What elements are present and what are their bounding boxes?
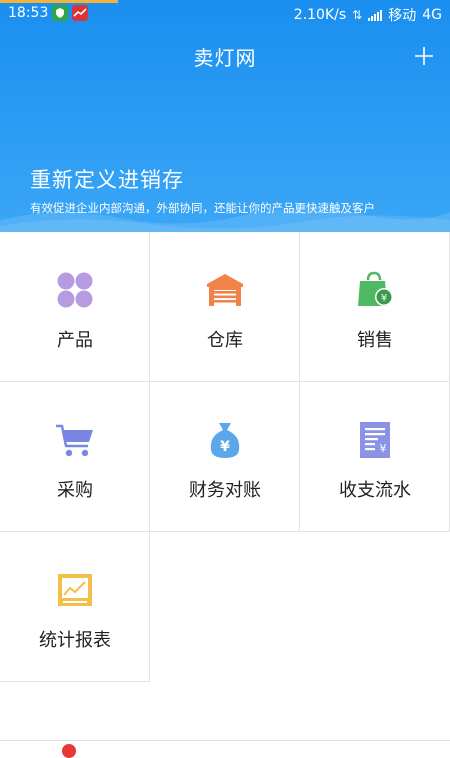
menu-item-cashflow[interactable]: ¥ 收支流水: [300, 382, 450, 532]
menu-item-sales[interactable]: ¥ 销售: [300, 232, 450, 382]
signal-icon: [368, 9, 383, 21]
four-circles-icon: [57, 272, 93, 308]
status-bar: 18:53 2.10K/s ⇅ 移动 4G: [0, 0, 450, 26]
network-speed: 2.10K/s: [293, 7, 347, 23]
menu-item-label: 销售: [357, 330, 393, 351]
carrier-name: 移动: [388, 8, 417, 24]
hero-title: 重新定义进销存: [30, 168, 184, 192]
shopping-bag-yen-icon: ¥: [358, 271, 393, 306]
menu-item-warehouse[interactable]: 仓库: [150, 232, 300, 382]
money-bag-icon: ¥: [210, 423, 240, 458]
menu-item-purchase[interactable]: 采购: [0, 382, 150, 532]
plus-icon: [415, 47, 433, 65]
receipt-icon: ¥: [360, 422, 390, 458]
data-arrows-icon: ⇅: [352, 8, 363, 22]
network-type: 4G: [422, 7, 442, 23]
app-header: 18:53 2.10K/s ⇅ 移动 4G 卖灯网 重新定义进销存 有效促进企业…: [0, 0, 450, 232]
menu-item-products[interactable]: 产品: [0, 232, 150, 382]
shield-icon: [52, 5, 68, 21]
menu-item-label: 收支流水: [339, 480, 411, 501]
menu-item-finance[interactable]: ¥ 财务对账: [150, 382, 300, 532]
report-icon: [58, 574, 92, 606]
cart-icon: [56, 424, 93, 457]
svg-text:¥: ¥: [380, 442, 387, 455]
status-time: 18:53: [8, 5, 49, 21]
warehouse-icon: [207, 274, 243, 306]
stock-chart-icon: [72, 5, 88, 21]
svg-text:¥: ¥: [381, 293, 387, 304]
menu-item-label: 仓库: [207, 330, 243, 351]
bottom-nav-divider: [0, 740, 450, 741]
status-right: 2.10K/s ⇅ 移动 4G: [294, 5, 442, 25]
notification-badge: [62, 744, 76, 758]
wave-decoration: [0, 208, 450, 232]
menu-item-label: 采购: [57, 480, 93, 501]
menu-item-label: 统计报表: [39, 630, 111, 651]
menu-item-label: 产品: [57, 330, 93, 351]
menu-item-label: 财务对账: [189, 480, 261, 501]
page-title: 卖灯网: [193, 46, 257, 70]
menu-item-reports[interactable]: 统计报表: [0, 532, 150, 682]
add-button[interactable]: [412, 44, 436, 68]
svg-text:¥: ¥: [220, 439, 230, 455]
